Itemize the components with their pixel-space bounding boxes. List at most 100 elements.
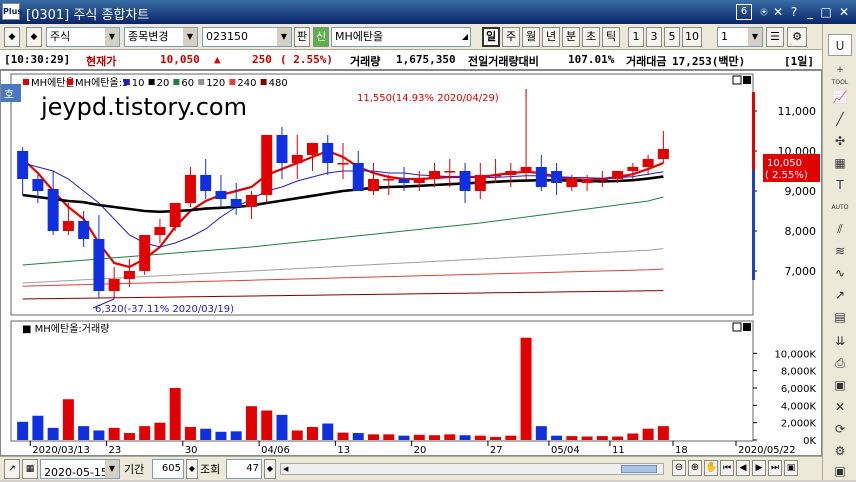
period-button[interactable]: 년	[542, 27, 560, 47]
volume-bar	[459, 435, 471, 440]
x-tick-label: 04/06	[261, 445, 290, 455]
window-titlebar: Plus [0301] 주식 종합차트 6 ⍟ ✕ ? _ □ ✕	[0, 0, 856, 24]
arrow-icon[interactable]: ↗	[828, 284, 852, 306]
volume-bar	[352, 433, 364, 440]
zoom-in-icon[interactable]: ⊕	[688, 460, 702, 476]
screen-number-box[interactable]: 6	[736, 4, 752, 20]
interval-button[interactable]: 5	[664, 27, 680, 47]
stock-name-field[interactable]: MH에탄올 ◢	[331, 27, 471, 47]
prev-icon[interactable]: ◀	[736, 460, 750, 476]
scrollbar-track[interactable]: ◀	[280, 463, 664, 475]
auto-icon[interactable]: AUTO	[828, 196, 852, 218]
pane-close-icon[interactable]	[743, 76, 751, 84]
period-tag: [1일]	[784, 55, 814, 68]
volume-bar	[200, 428, 212, 440]
scroll-left-icon[interactable]: ◀	[283, 465, 291, 473]
legend-label: 480	[269, 78, 288, 89]
sin-button[interactable]: 신	[313, 27, 329, 47]
last-icon[interactable]: ⏭	[768, 460, 782, 476]
candle-body	[169, 203, 181, 227]
tool-icon[interactable]: + TOOL	[828, 64, 852, 86]
interval-button[interactable]: 1	[628, 27, 644, 47]
volume-bar	[413, 434, 425, 440]
tool-sidebar: U + TOOL 📈 ╱ ✣ ▦ T AUTO ⫽ ≋ ∿ ↗ ▤ ⇊ ⎙ ▣ ✕…	[822, 24, 856, 480]
volume-bar	[215, 431, 227, 440]
period-button[interactable]: 일	[482, 27, 500, 47]
candle-body	[322, 143, 334, 163]
period-button[interactable]: 초	[582, 27, 600, 47]
erase-icon[interactable]: ✕	[828, 396, 852, 418]
spin-icon[interactable]: ◆	[4, 27, 20, 47]
date-field[interactable]: 2020-05-15 ▼	[40, 459, 120, 479]
candle-body	[383, 179, 395, 181]
text-tool-icon[interactable]: T	[828, 174, 852, 196]
market-select[interactable]: 주식 ▼	[46, 27, 120, 47]
link-icon[interactable]: ✕	[770, 4, 786, 20]
settings-icon[interactable]: ⚙	[828, 440, 852, 462]
mode-select[interactable]: 종목변경 ▼	[124, 27, 198, 47]
wave-icon[interactable]: ∿	[828, 262, 852, 284]
collapse-icon[interactable]: U	[828, 34, 852, 56]
grid-icon[interactable]: ▦	[828, 152, 852, 174]
price-label: 현재가	[86, 55, 117, 68]
download-icon[interactable]: ⇊	[828, 330, 852, 352]
chevron-down-icon: ▼	[748, 28, 762, 46]
close-icon[interactable]: ✕	[836, 4, 852, 20]
x-tick-label: 2020/03/13	[32, 445, 90, 455]
code-input[interactable]: 023150 ▼	[202, 27, 292, 47]
pan-button[interactable]: 판	[294, 27, 310, 47]
zoom-out-icon[interactable]: ⊖	[672, 460, 686, 476]
fibonacci-icon[interactable]: ≋	[828, 240, 852, 262]
help-icon[interactable]: ?	[786, 4, 802, 20]
volume-tick-label: 0K	[803, 436, 816, 447]
print-icon[interactable]: ⎙	[828, 352, 852, 374]
candle-body	[123, 271, 135, 279]
cross-line-icon[interactable]: ✣	[828, 130, 852, 152]
x-tick-label: 20	[414, 445, 427, 455]
save-icon[interactable]: ▣	[828, 374, 852, 396]
interval-select[interactable]: 1 ▼	[717, 27, 763, 47]
candle-body	[520, 167, 532, 171]
period-button[interactable]: 주	[502, 27, 520, 47]
x-tick-label: 05/04	[551, 445, 580, 455]
line-chart-icon[interactable]: 📈	[828, 86, 852, 108]
list-icon[interactable]: ☰	[766, 27, 784, 47]
stepper-icon[interactable]: ◆	[264, 459, 276, 479]
minimize-icon[interactable]: _	[802, 4, 818, 20]
chart-type-icon[interactable]: ▤	[828, 306, 852, 328]
chart-canvas[interactable]: 11,00010,0009,0008,0007,000 10,000K8,000…	[1, 71, 821, 455]
volume-bar	[627, 433, 639, 440]
chevron-down-icon: ▼	[105, 28, 119, 46]
chart-area[interactable]: 11,000 10,000 9,000 8,000 7,000 10,000K 8,000…	[0, 70, 822, 456]
candle-body	[490, 175, 502, 177]
chart-icon[interactable]: ↗	[4, 459, 20, 479]
interval-button[interactable]: 10	[682, 27, 702, 47]
channel-icon[interactable]: ⫽	[828, 218, 852, 240]
volume-bar	[444, 434, 456, 440]
candle-body	[505, 171, 517, 175]
period-input[interactable]: 605	[152, 459, 184, 479]
hand-icon[interactable]: ✋	[704, 460, 718, 476]
period-button[interactable]: 분	[562, 27, 580, 47]
legend-swatch	[23, 79, 29, 85]
first-icon[interactable]: ⏮	[720, 460, 734, 476]
scroll-bottom-icon[interactable]: ▣	[828, 460, 852, 482]
refresh-icon[interactable]: ⟳	[828, 418, 852, 440]
price-axis-ticks: 11,00010,0009,0008,0007,000	[753, 105, 816, 278]
trend-line-icon[interactable]: ╱	[828, 108, 852, 130]
settings-gear-icon[interactable]: ⚙	[787, 27, 807, 47]
maximize-icon[interactable]: □	[818, 4, 834, 20]
scrollbar-thumb[interactable]	[621, 465, 657, 473]
realtime-icon[interactable]: ▣	[784, 460, 798, 476]
pane-close-icon[interactable]	[743, 323, 751, 331]
next-icon[interactable]: ▶	[752, 460, 766, 476]
period-button[interactable]: 틱	[602, 27, 620, 47]
period-button[interactable]: 월	[522, 27, 540, 47]
spin-icon[interactable]: ◆	[26, 27, 42, 47]
view-input[interactable]: 47	[226, 459, 262, 479]
stepper-icon[interactable]: ◆	[186, 459, 198, 479]
interval-button[interactable]: 3	[646, 27, 662, 47]
calendar-icon[interactable]: ▦	[22, 459, 38, 479]
volume-bar	[184, 427, 196, 440]
candle-body	[291, 155, 303, 163]
